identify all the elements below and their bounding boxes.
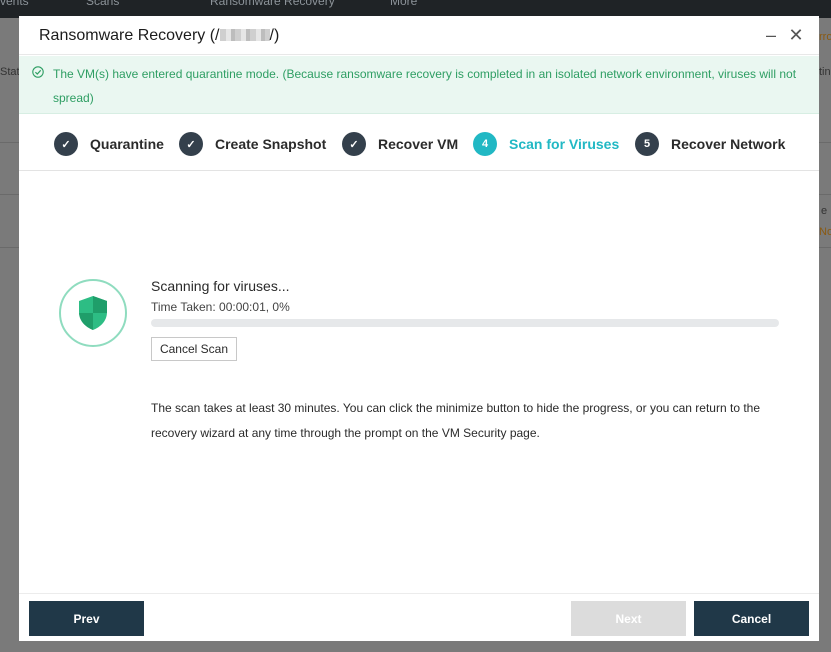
bg-nav-events: vents bbox=[0, 0, 29, 8]
step-done-icon: ✓ bbox=[54, 132, 78, 156]
step-label: Quarantine bbox=[90, 136, 164, 152]
bg-right-label: No bbox=[819, 226, 831, 238]
shield-icon bbox=[59, 279, 127, 347]
wizard-steps: ✓ Quarantine ✓ Create Snapshot ✓ Recover… bbox=[19, 115, 819, 171]
step-label: Recover Network bbox=[671, 136, 786, 152]
bg-nav-more: More bbox=[390, 0, 418, 8]
step-recover-network: 5 Recover Network bbox=[635, 132, 785, 156]
cancel-button[interactable]: Cancel bbox=[694, 601, 809, 636]
bg-nav-ransomware: Ransomware Recovery bbox=[210, 0, 335, 8]
scan-info-text: The scan takes at least 30 minutes. You … bbox=[151, 401, 761, 440]
next-button[interactable]: Next bbox=[571, 601, 686, 636]
scan-progress-bar bbox=[151, 319, 779, 327]
bg-right-label: e bbox=[821, 205, 828, 217]
shield-graphic bbox=[79, 296, 107, 330]
bg-right-label: tin bbox=[819, 66, 831, 78]
step-label: Recover VM bbox=[378, 136, 459, 152]
minimize-button[interactable]: – bbox=[762, 25, 780, 45]
notice-text: The VM(s) have entered quarantine mode. … bbox=[53, 67, 797, 105]
check-circle-icon bbox=[32, 66, 44, 78]
prev-button[interactable]: Prev bbox=[29, 601, 144, 636]
step-create-snapshot: ✓ Create Snapshot bbox=[179, 132, 326, 156]
cancel-scan-button[interactable]: Cancel Scan bbox=[151, 337, 237, 361]
dialog-header: Ransomware Recovery (/ /) – ✕ bbox=[19, 16, 819, 55]
step-label: Scan for Viruses bbox=[509, 136, 620, 152]
redacted-vm-name bbox=[219, 29, 270, 41]
ransomware-recovery-dialog: Ransomware Recovery (/ /) – ✕ The VM(s) h… bbox=[19, 16, 819, 641]
step-quarantine: ✓ Quarantine bbox=[54, 132, 164, 156]
bg-status-label: Stat bbox=[0, 66, 20, 78]
quarantine-notice: The VM(s) have entered quarantine mode. … bbox=[19, 56, 819, 114]
dialog-title: Ransomware Recovery (/ /) bbox=[39, 27, 279, 45]
bg-right-label: rro bbox=[819, 31, 831, 43]
step-scan-for-viruses: 4 Scan for Viruses bbox=[473, 132, 619, 156]
step-recover-vm: ✓ Recover VM bbox=[342, 132, 458, 156]
time-taken-text: Time Taken: 00:00:01, 0% bbox=[151, 300, 290, 314]
step-done-icon: ✓ bbox=[179, 132, 203, 156]
step-number: 5 bbox=[635, 132, 659, 156]
dialog-title-prefix: Ransomware Recovery (/ bbox=[39, 27, 220, 44]
dialog-footer: Prev Next Cancel bbox=[19, 593, 819, 641]
close-button[interactable]: ✕ bbox=[787, 25, 805, 45]
bg-nav-scans: Scans bbox=[86, 0, 120, 8]
dialog-title-suffix: /) bbox=[269, 27, 280, 44]
step-label: Create Snapshot bbox=[215, 136, 327, 152]
step-done-icon: ✓ bbox=[342, 132, 366, 156]
step-number: 4 bbox=[473, 132, 497, 156]
scan-status-title: Scanning for viruses... bbox=[151, 278, 290, 294]
